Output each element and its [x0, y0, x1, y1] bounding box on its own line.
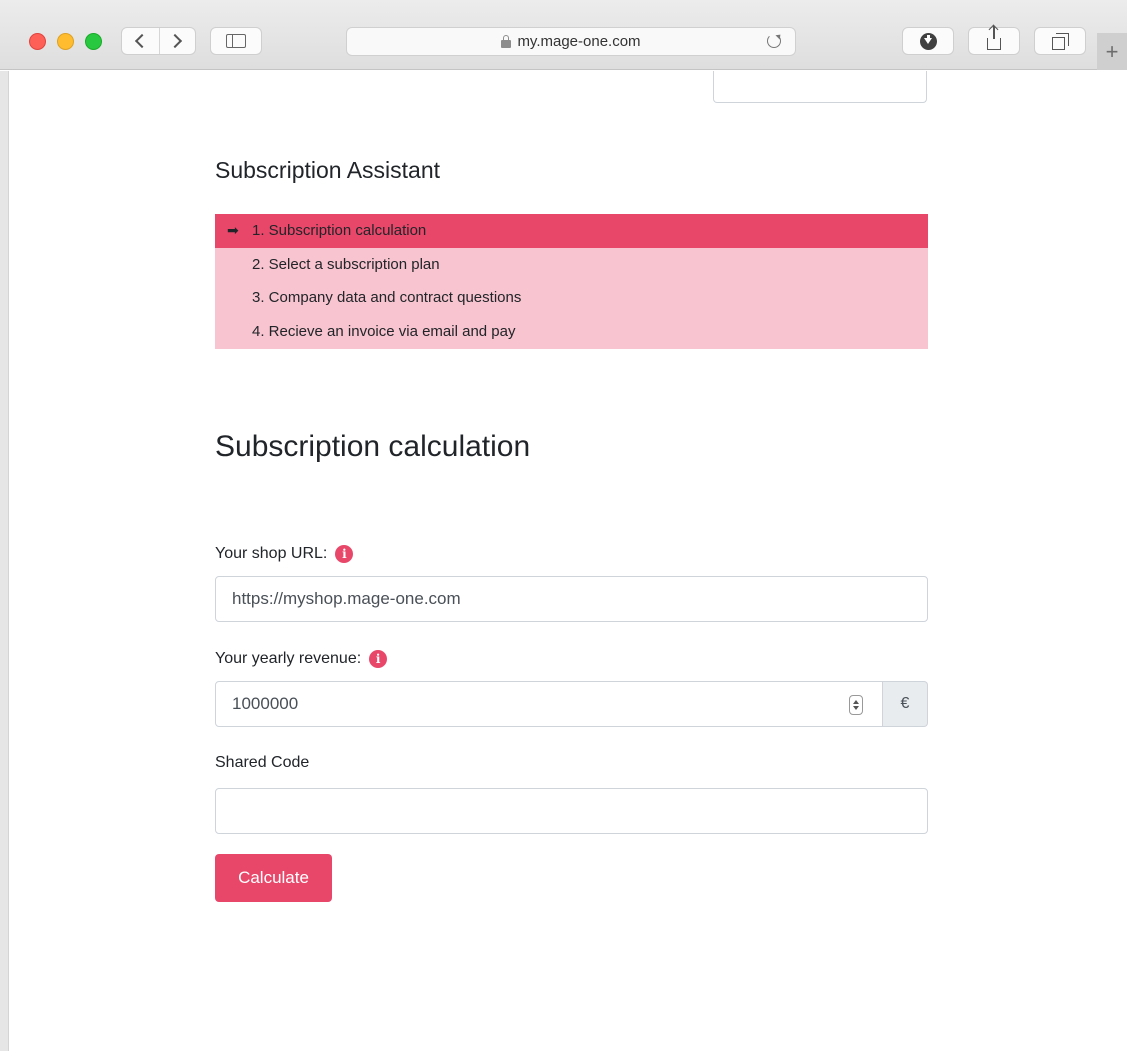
- arrow-right-icon: ➡: [227, 222, 239, 238]
- chevron-right-icon: [168, 33, 183, 49]
- shop-url-input[interactable]: https://myshop.mage-one.com: [215, 576, 928, 622]
- revenue-input[interactable]: 1000000: [215, 681, 883, 727]
- forward-button[interactable]: [158, 28, 196, 54]
- zoom-window-button[interactable]: [85, 33, 102, 50]
- plus-icon: +: [1105, 38, 1119, 64]
- step-company-data: 3. Company data and contract questions: [215, 281, 928, 315]
- shop-url-label: Your shop URL: i: [215, 545, 354, 563]
- assistant-steps: ➡ 1. Subscription calculation 2. Select …: [215, 214, 928, 349]
- shop-url-label-text: Your shop URL:: [215, 545, 328, 562]
- page-title: Subscription calculation: [215, 430, 531, 463]
- step-subscription-calculation: ➡ 1. Subscription calculation: [215, 214, 928, 248]
- calculate-button[interactable]: Calculate: [215, 854, 332, 902]
- info-icon[interactable]: i: [335, 545, 354, 563]
- assistant-title: Subscription Assistant: [215, 157, 441, 183]
- sidebar-icon: [226, 34, 246, 48]
- tabs-icon: [1051, 32, 1069, 50]
- step-label: 1. Subscription calculation: [252, 222, 427, 239]
- close-window-button[interactable]: [29, 33, 46, 50]
- currency-addon: €: [883, 681, 928, 727]
- chevron-left-icon: [135, 33, 150, 49]
- number-stepper-icon[interactable]: [849, 695, 863, 715]
- shared-code-label-text: Shared Code: [215, 754, 310, 771]
- browser-toolbar: my.mage-one.com +: [0, 0, 1127, 70]
- minimize-window-button[interactable]: [57, 33, 74, 50]
- share-icon: [987, 26, 1001, 50]
- address-bar[interactable]: my.mage-one.com: [346, 27, 796, 56]
- navigation-buttons: [121, 27, 196, 55]
- downloads-button[interactable]: [902, 27, 954, 55]
- step-label: 4. Recieve an invoice via email and pay: [252, 322, 516, 340]
- shared-code-input[interactable]: [215, 788, 928, 834]
- share-button[interactable]: [968, 26, 1020, 55]
- download-icon: [919, 32, 937, 50]
- step-invoice: 4. Recieve an invoice via email and pay: [215, 315, 928, 349]
- top-select-box[interactable]: [713, 71, 927, 103]
- step-label: 3. Company data and contract questions: [252, 289, 522, 306]
- revenue-label: Your yearly revenue: i: [215, 650, 388, 668]
- shop-url-value: https://myshop.mage-one.com: [232, 589, 461, 608]
- revenue-input-group: 1000000 €: [215, 681, 928, 727]
- revenue-label-text: Your yearly revenue:: [215, 650, 362, 667]
- step-label: 2. Select a subscription plan: [252, 255, 440, 273]
- reload-icon[interactable]: [767, 34, 781, 48]
- step-select-plan: 2. Select a subscription plan: [215, 248, 928, 282]
- address-url: my.mage-one.com: [517, 33, 641, 50]
- tab-overview-button[interactable]: [1034, 27, 1086, 55]
- window-left-edge: [0, 71, 9, 1051]
- info-icon[interactable]: i: [369, 650, 388, 668]
- sidebar-toggle-button[interactable]: [210, 27, 262, 55]
- new-tab-button[interactable]: +: [1097, 33, 1127, 70]
- lock-icon: [501, 34, 512, 48]
- revenue-value: 1000000: [232, 694, 299, 713]
- back-button[interactable]: [122, 28, 159, 54]
- shared-code-label: Shared Code: [215, 754, 309, 772]
